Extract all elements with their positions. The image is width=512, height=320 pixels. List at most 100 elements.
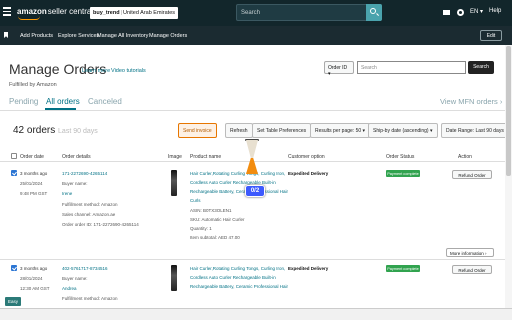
top-bar: amazonseller central buy_trend|United Ar… [0, 0, 512, 26]
tab-pending[interactable]: Pending [9, 97, 38, 106]
order-id-link[interactable]: 402-5761717-8734516 [62, 266, 108, 271]
date-range-value: Date Range: Last 90 days [446, 128, 504, 134]
product-quantity: Quantity: 1 [190, 226, 212, 231]
set-table-preferences-button[interactable]: Set Table Preferences [252, 123, 312, 138]
bookmark-icon[interactable] [4, 32, 8, 38]
order-search-input[interactable]: Search [357, 61, 466, 74]
more-information-button[interactable]: More information › [446, 248, 494, 257]
gear-icon[interactable] [457, 9, 464, 16]
tab-canceled[interactable]: Canceled [88, 97, 122, 106]
store-selector[interactable]: buy_trend|United Arab Emirates [90, 7, 178, 19]
scrollbar-thumb[interactable] [506, 46, 511, 176]
buyer-name-link[interactable]: Irene [62, 191, 72, 196]
bottom-tag-button[interactable]: Easy [5, 297, 22, 306]
hourglass-icon [242, 139, 262, 180]
logo-product: seller central [47, 7, 94, 16]
orders-count: 42 orders Last 90 days [13, 125, 98, 136]
help-link[interactable]: Help [489, 8, 501, 14]
chevron-down-icon: ▾ [328, 71, 331, 77]
order-age: 3 months ago [20, 171, 48, 176]
product-name-line[interactable]: Hair Curler,Rotating Curling Tongs, Curl… [190, 171, 285, 176]
learn-more-link[interactable]: Learn more [82, 68, 110, 74]
hamburger-icon[interactable] [3, 7, 11, 16]
results-per-page-select[interactable]: Results per page: 50 ▾ [310, 123, 371, 138]
search-field-select[interactable]: Order ID ▾ [324, 61, 354, 77]
date-range-select[interactable]: Date Range: Last 90 days ▾ [441, 123, 512, 138]
search-icon [370, 8, 376, 14]
store-name: buy_trend [93, 10, 120, 16]
chevron-down-icon: ▾ [429, 128, 433, 134]
header-image: Image [168, 154, 182, 160]
search-button[interactable]: Search [468, 61, 494, 74]
order-age: 3 months ago [20, 266, 48, 271]
video-tutorials-link[interactable]: Video tutorials [111, 68, 146, 74]
header-order-details: Order details [62, 154, 91, 160]
customer-option: Expedited Delivery [288, 266, 329, 271]
product-name-line[interactable]: Curls [190, 198, 201, 203]
orders-count-value: 42 orders [13, 125, 56, 136]
amazon-seller-central-logo[interactable]: amazonseller central [17, 7, 93, 16]
product-image[interactable] [171, 170, 177, 196]
select-all-checkbox[interactable] [11, 153, 17, 159]
view-mfn-orders-link[interactable]: View MFN orders › [440, 97, 502, 106]
buyer-label: Buyer name: [62, 181, 88, 186]
order-time: 12:30 AM GST [20, 286, 50, 291]
fulfillment-method: Fulfillment method: Amazon [62, 296, 118, 301]
product-asin: ASIN: B0TX3OLEN1 [190, 208, 232, 213]
refresh-button[interactable]: Refresh [225, 123, 253, 138]
product-name-line[interactable]: Hair Curler,Rotating Curling Tongs, Curl… [190, 266, 285, 271]
nav-explore-services[interactable]: Explore Services [58, 33, 99, 39]
row-checkbox[interactable] [11, 170, 17, 176]
buyer-label: Buyer name: [62, 276, 88, 281]
order-id-link[interactable]: 171-2272690-4265114 [62, 171, 107, 176]
product-name-line[interactable]: Rechargeable Battery, Ceramic Profession… [190, 284, 288, 289]
logo-brand: amazon [17, 7, 47, 16]
logo-smile-icon [18, 16, 40, 20]
status-badge: Payment complete [386, 265, 420, 272]
buyer-name-link[interactable]: Andrea [62, 286, 77, 291]
global-search-placeholder: Search [241, 10, 261, 16]
sort-value: Ship-by date (ascending) [373, 128, 429, 134]
product-name-line[interactable]: Rechargeable Battery, Ceramic Profession… [190, 189, 288, 194]
row-checkbox[interactable] [11, 265, 17, 271]
progress-counter-badge: 0/2 [245, 185, 265, 197]
send-invoice-button[interactable]: Send invoice [178, 123, 217, 138]
header-product-name: Product name [190, 154, 222, 160]
customer-option: Expedited Delivery [288, 171, 329, 176]
order-search-placeholder: Search [361, 65, 377, 71]
sales-channel: Sales channel: Amazon.ae [62, 212, 116, 217]
language-selector[interactable]: EN ▾ [470, 8, 483, 15]
fulfilled-by-label: Fulfilled by Amazon [9, 82, 57, 88]
global-search-input[interactable]: Search [236, 4, 382, 21]
chevron-down-icon: ▾ [480, 9, 484, 15]
sort-select[interactable]: Ship-by date (ascending) ▾ [368, 123, 438, 138]
nav-manage-orders[interactable]: Manage Orders [149, 33, 187, 39]
row-divider [0, 259, 512, 260]
bookmark-nav-bar: Add Products Explore Services Manage All… [0, 26, 512, 45]
order-time: 9:48 PM GST [20, 191, 48, 196]
orders-period: Last 90 days [58, 128, 98, 135]
product-name-line[interactable]: Cordless Auto Curler Rechargeable Built-… [190, 275, 276, 280]
header-customer-option: Customer option [288, 154, 325, 160]
divider [0, 110, 512, 111]
tab-all-orders[interactable]: All orders [46, 97, 80, 106]
mail-icon[interactable] [443, 10, 450, 15]
status-badge: Payment complete [386, 170, 420, 177]
header-order-date[interactable]: Order date [20, 154, 44, 160]
order-date: 25/01/2024 [20, 181, 43, 186]
refund-order-button[interactable]: Refund Order [452, 265, 492, 274]
product-sku: SKU: Automatic Hair Curler [190, 217, 245, 222]
results-per-page-value: Results per page: 50 [315, 128, 362, 134]
refund-order-button[interactable]: Refund Order [452, 170, 492, 179]
product-image[interactable] [171, 265, 177, 291]
chevron-down-icon: ▾ [362, 128, 366, 134]
header-action: Action [458, 154, 472, 160]
header-order-status: Order Status [386, 154, 415, 160]
edit-button[interactable]: Edit [480, 30, 502, 41]
nav-manage-all-inventory[interactable]: Manage All Inventory [97, 33, 148, 39]
global-search-button[interactable] [366, 4, 382, 21]
order-id-detail: Order order ID: 171-2272690-4265114 [62, 222, 139, 227]
language-label: EN [470, 9, 479, 15]
nav-add-products[interactable]: Add Products [20, 33, 53, 39]
bottom-bar [0, 308, 512, 320]
